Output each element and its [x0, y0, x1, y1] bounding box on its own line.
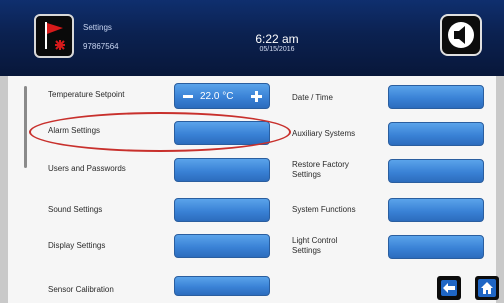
screen-title: Settings — [83, 23, 112, 32]
temperature-value: 22.0 °C — [200, 91, 234, 102]
date-time-label: Date / Time — [292, 93, 333, 102]
scrollbar[interactable] — [24, 86, 27, 168]
speaker-icon — [448, 22, 474, 48]
restore-factory-settings-label: Restore Factory Settings — [292, 160, 349, 179]
settings-panel — [8, 76, 496, 303]
auxiliary-systems-button[interactable] — [388, 122, 484, 146]
auxiliary-systems-label: Auxiliary Systems — [292, 129, 356, 138]
alarm-settings-button[interactable] — [174, 121, 270, 145]
decrease-temperature-button[interactable] — [183, 95, 193, 98]
header-bar: Settings 97867564 6:22 am 05/15/2016 — [0, 0, 504, 76]
light-control-settings-label: Light Control Settings — [292, 236, 338, 255]
system-functions-button[interactable] — [388, 198, 484, 222]
sound-settings-button[interactable] — [174, 198, 270, 222]
date-time-button[interactable] — [388, 85, 484, 109]
users-passwords-label: Users and Passwords — [48, 164, 126, 173]
alarm-settings-label: Alarm Settings — [48, 126, 101, 135]
home-button[interactable] — [475, 276, 499, 300]
users-passwords-button[interactable] — [174, 158, 270, 182]
clock-date: 05/15/2016 — [259, 46, 295, 53]
device-id: 97867564 — [83, 42, 119, 51]
sound-button[interactable] — [440, 14, 482, 56]
sensor-calibration-label: Sensor Calibration — [48, 285, 114, 294]
back-button[interactable] — [437, 276, 461, 300]
flag-alarm-icon — [45, 22, 65, 50]
increase-temperature-button-stem[interactable] — [255, 91, 258, 102]
temperature-setpoint-control: 22.0 °C — [174, 83, 270, 109]
sound-settings-label: Sound Settings — [48, 205, 103, 214]
back-arrow-icon — [441, 280, 457, 296]
light-control-settings-button[interactable] — [388, 235, 484, 259]
flag-alarm-button[interactable] — [34, 14, 74, 58]
temperature-setpoint-label: Temperature Setpoint — [48, 90, 125, 99]
display-settings-label: Display Settings — [48, 241, 106, 250]
home-icon — [478, 279, 496, 297]
sensor-calibration-button[interactable] — [174, 276, 270, 296]
display-settings-button[interactable] — [174, 234, 270, 258]
restore-factory-settings-button[interactable] — [388, 159, 484, 183]
clock-time: 6:22 am — [255, 32, 299, 46]
system-functions-label: System Functions — [292, 205, 356, 214]
